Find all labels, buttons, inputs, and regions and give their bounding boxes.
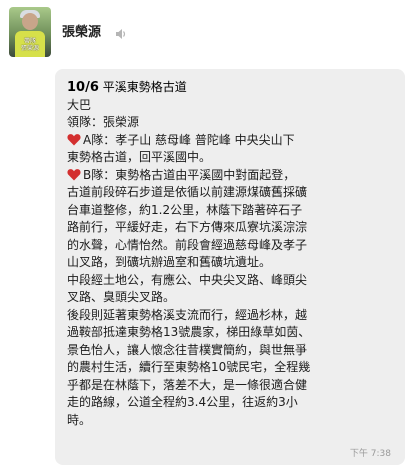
message-line: 走的路線，公道全程約3.4公里，往返約3小 xyxy=(67,394,395,412)
heart-icon xyxy=(67,168,81,180)
message-line: 領隊：張榮源 xyxy=(67,114,395,132)
speaker-icon[interactable] xyxy=(114,27,128,41)
message-line-text: 的農村生活，續行至東勢格10號民宅，全程幾 xyxy=(67,360,311,374)
message-line: B隊：東勢格古道由平溪國中對面起登， xyxy=(67,167,395,185)
message-line: 過鞍部抵達東勢格13號農家，梯田綠草如茵、 xyxy=(67,324,395,342)
message-line-text: 大巴 xyxy=(67,97,92,112)
message-line-text: B隊：東勢格古道由平溪國中對面起登， xyxy=(83,167,296,182)
message-line-text: A隊：孝子山 慈母峰 普陀峰 中央尖山下 xyxy=(83,132,295,147)
message-line-text: 的水聲，心情怡然。前段會經過慈母峰及孝子 xyxy=(67,237,308,252)
message-line-text: 後段則延著東勢格溪支流而行，經過杉林，越 xyxy=(67,307,308,322)
message-line: 後段則延著東勢格溪支流而行，經過杉林，越 xyxy=(67,307,395,325)
message-line: 路前行，平緩好走，右下方傳來瓜寮坑溪淙淙 xyxy=(67,219,395,237)
message-line-text: 過鞍部抵達東勢格13號農家，梯田綠草如茵、 xyxy=(67,325,311,339)
route-name: 平溪東勢格古道 xyxy=(102,80,187,94)
message-time: 下午 7:38 xyxy=(349,449,391,459)
sender-name[interactable]: 張榮源 xyxy=(62,25,101,41)
message-line-text: 東勢格古道，回平溪國中。 xyxy=(67,150,212,164)
message-line: A隊：孝子山 慈母峰 普陀峰 中央尖山下 xyxy=(67,132,395,150)
message-line: 時。 xyxy=(67,412,395,430)
message-line-text: 山叉路，到礦坑辦過室和舊礦坑遺址。 xyxy=(67,255,272,269)
message-line-text: 乎都是在林蔭下，落差不大，是一條很適合健 xyxy=(67,377,308,392)
heart-icon xyxy=(67,133,81,145)
avatar-caption: 帶隊 張榮源 xyxy=(20,38,39,52)
avatar[interactable]: 帶隊 張榮源 xyxy=(9,7,51,57)
message-line: 景色怡人，讓人懷念往昔樸實簡約，與世無爭 xyxy=(67,342,395,360)
message-line: 山叉路，到礦坑辦過室和舊礦坑遺址。 xyxy=(67,254,395,272)
message-line-text: 古道前段碎石步道是依循以前建源煤礦舊採礦 xyxy=(67,185,308,199)
message-line-text: 叉路、臭頭尖叉路。 xyxy=(67,290,176,304)
message-line: 中段經土地公，有應公、中央尖叉路、峰頭尖 xyxy=(67,272,395,290)
message-line: 叉路、臭頭尖叉路。 xyxy=(67,289,395,307)
message-date: 10/6 xyxy=(67,80,99,95)
message-line-text: 時。 xyxy=(67,412,92,427)
message-body: 大巴領隊：張榮源 A隊：孝子山 慈母峰 普陀峰 中央尖山下東勢格古道，回平溪國中。… xyxy=(67,97,395,430)
message-line-text: 領隊：張榮源 xyxy=(67,115,140,129)
chat-message-view: 帶隊 張榮源 張榮源 10/6 平溪東勢格古道 大巴領隊：張榮源 A隊：孝子山 慈母… xyxy=(0,0,418,471)
avatar-head xyxy=(22,13,38,30)
message-line-text: 走的路線，公道全程約3.4公里，往返約3小 xyxy=(67,395,298,409)
message-bubble[interactable]: 10/6 平溪東勢格古道 大巴領隊：張榮源 A隊：孝子山 慈母峰 普陀峰 中央尖山… xyxy=(55,69,405,465)
message-line: 乎都是在林蔭下，落差不大，是一條很適合健 xyxy=(67,377,395,395)
message-line: 東勢格古道，回平溪國中。 xyxy=(67,149,395,167)
message-line: 古道前段碎石步道是依循以前建源煤礦舊採礦 xyxy=(67,184,395,202)
message-line-text: 台車道整修，約1.2公里，林蔭下踏著碎石子 xyxy=(67,202,303,217)
message-line-text: 景色怡人，讓人懷念往昔樸實簡約，與世無爭 xyxy=(67,342,308,357)
message-line: 台車道整修，約1.2公里，林蔭下踏著碎石子 xyxy=(67,202,395,220)
message-line-text: 中段經土地公，有應公、中央尖叉路、峰頭尖 xyxy=(67,272,308,287)
message-line: 的水聲，心情怡然。前段會經過慈母峰及孝子 xyxy=(67,237,395,255)
message-line: 大巴 xyxy=(67,97,395,115)
message-line: 的農村生活，續行至東勢格10號民宅，全程幾 xyxy=(67,359,395,377)
message-line-text: 路前行，平緩好走，右下方傳來瓜寮坑溪淙淙 xyxy=(67,220,308,234)
message-title: 10/6 平溪東勢格古道 xyxy=(67,79,395,97)
